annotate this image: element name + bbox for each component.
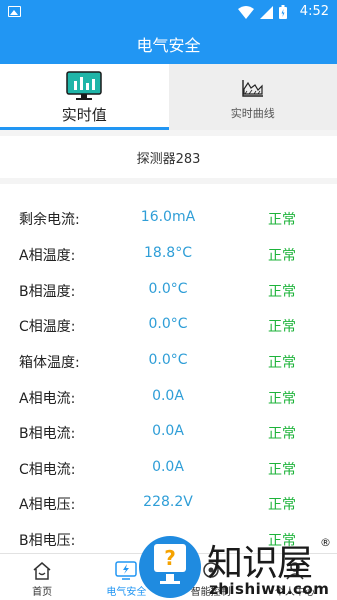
item-label: B相电压:	[19, 533, 76, 549]
list-item: B相电流: 0.0A 正常	[0, 414, 337, 450]
signal-icon	[260, 5, 273, 19]
item-status: 正常	[268, 248, 296, 264]
item-label: A相电压:	[19, 497, 76, 513]
item-status: 正常	[268, 319, 296, 335]
list-item: A相电压: 228.2V 正常	[0, 485, 337, 521]
tab-realtime-value[interactable]: 实时值	[0, 64, 169, 130]
tab-realtime-curve[interactable]: 实时曲线	[169, 64, 337, 130]
area-chart-icon	[242, 80, 263, 97]
item-status: 正常	[268, 391, 296, 407]
realtime-value-list: 剩余电流: 16.0mA 正常 A相温度: 18.8°C 正常 B相温度: 0.…	[0, 184, 337, 553]
clock-time: 4:52	[299, 4, 329, 19]
watermark-brand: 知识屋	[207, 543, 313, 584]
item-status: 正常	[268, 355, 296, 371]
item-status: 正常	[268, 426, 296, 442]
tab-bar: 实时值 实时曲线	[0, 64, 337, 130]
item-label: A相电流:	[19, 391, 76, 407]
item-label: 剩余电流:	[19, 212, 80, 228]
app-bar: 电气安全	[0, 24, 337, 64]
home-icon	[33, 561, 51, 580]
item-label: 箱体温度:	[19, 355, 80, 371]
item-value: 0.0A	[152, 423, 184, 439]
list-item: C相电流: 0.0A 正常	[0, 450, 337, 486]
wifi-icon	[238, 5, 254, 19]
item-status: 正常	[268, 462, 296, 478]
item-label: C相温度:	[19, 319, 76, 335]
item-value: 0.0°C	[148, 281, 188, 297]
tab-label: 实时值	[61, 106, 107, 124]
item-status: 正常	[268, 212, 296, 228]
registered-mark: ®	[320, 536, 331, 549]
list-item: B相温度: 0.0°C 正常	[0, 272, 337, 308]
list-item: C相温度: 0.0°C 正常	[0, 307, 337, 343]
item-value: 16.0mA	[140, 209, 196, 225]
item-value: 228.2V	[143, 494, 193, 510]
item-label: B相电流:	[19, 426, 76, 442]
item-status: 正常	[268, 284, 296, 300]
item-status: 正常	[268, 497, 296, 513]
device-header: 探测器283	[0, 136, 337, 178]
status-bar: 4:52	[0, 0, 337, 24]
nav-label: 首页	[32, 587, 53, 598]
item-label: B相温度:	[19, 284, 76, 300]
list-item: 剩余电流: 16.0mA 正常	[0, 200, 337, 236]
list-item: A相温度: 18.8°C 正常	[0, 236, 337, 272]
question-monitor-icon: ?	[154, 544, 186, 572]
list-item: 箱体温度: 0.0°C 正常	[0, 343, 337, 379]
item-label: C相电流:	[19, 462, 76, 478]
monitor-base	[160, 581, 180, 584]
monitor-chart-icon	[66, 71, 102, 100]
item-value: 0.0A	[152, 388, 184, 404]
lightning-icon	[115, 560, 138, 580]
list-item: A相电流: 0.0A 正常	[0, 379, 337, 415]
watermark-domain: zhishiwu.com	[209, 580, 330, 598]
item-label: A相温度:	[19, 248, 76, 264]
nav-home[interactable]: 首页	[0, 554, 84, 600]
status-icons	[238, 5, 287, 19]
monitor-stand	[166, 574, 174, 581]
image-notification-icon	[8, 6, 21, 17]
item-value: 18.8°C	[144, 245, 192, 261]
item-value: 0.0A	[152, 459, 184, 475]
device-name: 探测器283	[136, 151, 201, 167]
item-value: 0.0°C	[148, 316, 188, 332]
page-title: 电气安全	[136, 36, 201, 55]
battery-icon	[279, 5, 287, 19]
watermark-logo: ? 知识屋 ® zhishiwu.com	[139, 530, 337, 600]
item-value: 0.0°C	[148, 352, 188, 368]
tab-label: 实时曲线	[230, 107, 275, 120]
